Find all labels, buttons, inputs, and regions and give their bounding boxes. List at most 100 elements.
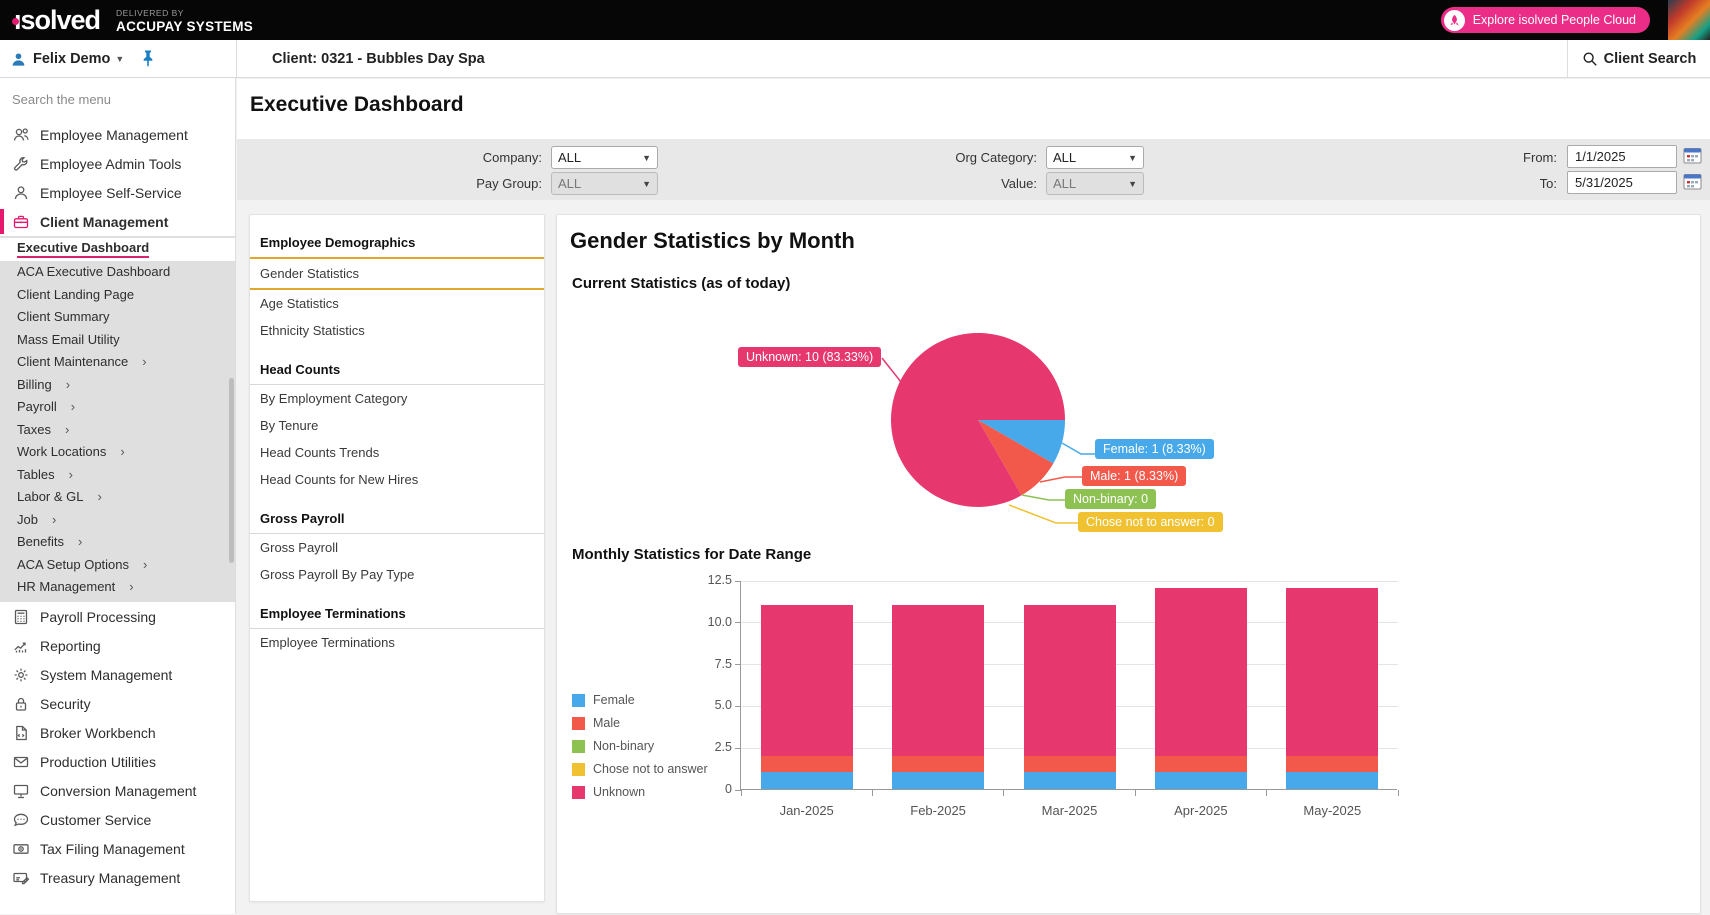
sidebar-item-tax-filing-management[interactable]: Tax Filing Management [0,834,235,863]
company-select[interactable]: ALL▼ [551,146,658,169]
sidebar-subitem-work-locations[interactable]: Work Locations› [0,441,235,464]
sidebar-subitem-executive-dashboard[interactable]: Executive Dashboard [0,238,235,261]
sidebar-item-payroll-processing[interactable]: Payroll Processing [0,602,235,631]
sidebar-item-conversion-management[interactable]: Conversion Management [0,776,235,805]
y-axis-tick [735,748,741,749]
top-bar: ısolved DELIVERED BY ACCUPAY SYSTEMS Exp… [0,0,1710,40]
sidebar-subitem-client-summary[interactable]: Client Summary [0,306,235,329]
sidebar-item-system-management[interactable]: System Management [0,660,235,689]
sidebar-item-treasury-management[interactable]: Treasury Management [0,863,235,892]
sidebar-subitem-label: Client Summary [17,309,109,324]
y-axis-label: 12.5 [690,573,732,587]
subnav-item-by-employment-category[interactable]: By Employment Category [250,385,544,412]
sidebar-subitem-label: ACA Executive Dashboard [17,264,170,279]
org-category-select[interactable]: ALL▼ [1046,146,1144,169]
pay-group-select[interactable]: ALL▼ [551,172,658,195]
x-axis-tick [1135,790,1136,796]
y-axis-tick [735,706,741,707]
user-menu[interactable]: Felix Demo ▼ [10,40,124,78]
bar-apr-2025-male [1155,756,1247,773]
sidebar-subitem-billing[interactable]: Billing› [0,373,235,396]
sidebar-item-label: Employee Admin Tools [40,156,181,172]
sidebar-subitem-label: Client Landing Page [17,287,134,302]
sidebar-item-client-management[interactable]: Client Management [0,207,235,236]
sidebar-subitem-taxes[interactable]: Taxes› [0,418,235,441]
sidebar-subitem-job[interactable]: Job› [0,508,235,531]
subnav-item-head-counts-trends[interactable]: Head Counts Trends [250,439,544,466]
x-axis-tick [1003,790,1004,796]
explore-people-cloud-button[interactable]: Explore isolved People Cloud [1441,7,1650,33]
sidebar-item-reporting[interactable]: Reporting [0,631,235,660]
sidebar-item-broker-workbench[interactable]: Broker Workbench [0,718,235,747]
subnav-item-age-statistics[interactable]: Age Statistics [250,290,544,317]
nonbinary-leader-line [1022,495,1065,500]
bar-feb-2025-unknown [892,605,984,755]
wrench-icon [12,155,30,173]
from-label: From: [1467,150,1557,165]
sidebar-subitem-label: Executive Dashboard [17,240,149,258]
org-category-label: Org Category: [937,150,1037,165]
chevron-down-icon: ▼ [1128,179,1137,189]
sidebar-subitem-payroll[interactable]: Payroll› [0,396,235,419]
chevron-right-icon: › [143,558,147,571]
pin-icon[interactable] [138,48,158,73]
page-title: Executive Dashboard [250,93,464,117]
subnav-item-by-tenure[interactable]: By Tenure [250,412,544,439]
bar-mar-2025-unknown [1024,605,1116,755]
sidebar-subitem-aca-setup-options[interactable]: ACA Setup Options› [0,553,235,576]
sidebar-subitem-aca-executive-dashboard[interactable]: ACA Executive Dashboard [0,261,235,284]
subnav-item-gross-payroll[interactable]: Gross Payroll [250,534,544,561]
sidebar-item-employee-management[interactable]: Employee Management [0,120,235,149]
chevron-right-icon: › [129,580,133,593]
sidebar-subitem-label: Billing [17,377,52,392]
value-select[interactable]: ALL▼ [1046,172,1144,195]
subnav-item-employee-terminations[interactable]: Employee Terminations [250,629,544,656]
bar-may-2025-male [1286,756,1378,773]
subnav-item-gender-statistics[interactable]: Gender Statistics [250,257,544,290]
rocket-icon [1444,10,1465,31]
sidebar-item-customer-service[interactable]: Customer Service [0,805,235,834]
sidebar-subitem-client-landing-page[interactable]: Client Landing Page [0,283,235,306]
delivered-by-block: DELIVERED BY ACCUPAY SYSTEMS [116,5,253,34]
sidebar-subitem-mass-email-utility[interactable]: Mass Email Utility [0,328,235,351]
x-axis-label: Jan-2025 [742,803,872,818]
company-label: Company: [467,150,542,165]
sidebar-subitem-tables[interactable]: Tables› [0,463,235,486]
sidebar-subitem-labor-gl[interactable]: Labor & GL› [0,486,235,509]
unknown-leader-line [882,358,901,382]
mail-icon [12,753,30,771]
pie-slice-unknown [891,333,1065,507]
sidebar-item-label: System Management [40,667,172,683]
subnav-item-ethnicity-statistics[interactable]: Ethnicity Statistics [250,317,544,344]
client-search-button[interactable]: Client Search [1567,40,1710,78]
sidebar-scrollbar-thumb[interactable] [229,378,234,563]
to-date-input[interactable] [1567,171,1677,194]
subnav-item-head-counts-for-new-hires[interactable]: Head Counts for New Hires [250,466,544,493]
subnav-section-header: Employee Terminations [250,598,544,628]
sidebar-subitem-benefits[interactable]: Benefits› [0,531,235,554]
from-date-input[interactable] [1567,145,1677,168]
sidebar-item-employee-admin-tools[interactable]: Employee Admin Tools [0,149,235,178]
subnav-section-header: Gross Payroll [250,503,544,533]
avatar[interactable] [1668,0,1710,40]
to-calendar-icon[interactable] [1683,172,1702,191]
sidebar-subitem-hr-management[interactable]: HR Management› [0,576,235,599]
sidebar-subitem-client-maintenance[interactable]: Client Maintenance› [0,351,235,374]
sidebar-item-employee-self-service[interactable]: Employee Self-Service [0,178,235,207]
bar-apr-2025-unknown [1155,588,1247,755]
sidebar-item-label: Client Management [40,214,168,230]
legend-item-chose-not-to-answer: Chose not to answer [572,762,708,776]
legend-swatch [572,763,585,776]
menu-search-input[interactable] [0,78,235,120]
sidebar-item-security[interactable]: Security [0,689,235,718]
sidebar-item-production-utilities[interactable]: Production Utilities [0,747,235,776]
subnav-item-gross-payroll-by-pay-type[interactable]: Gross Payroll By Pay Type [250,561,544,588]
user-icon [10,51,27,68]
sidebar-subitem-label: Job [17,512,38,527]
bar-jan-2025-male [761,756,853,773]
bar-feb-2025-male [892,756,984,773]
male-leader-line [1040,477,1082,482]
from-calendar-icon[interactable] [1683,146,1702,165]
isolved-logo[interactable]: ısolved [14,2,100,38]
y-axis-label: 5.0 [690,698,732,712]
